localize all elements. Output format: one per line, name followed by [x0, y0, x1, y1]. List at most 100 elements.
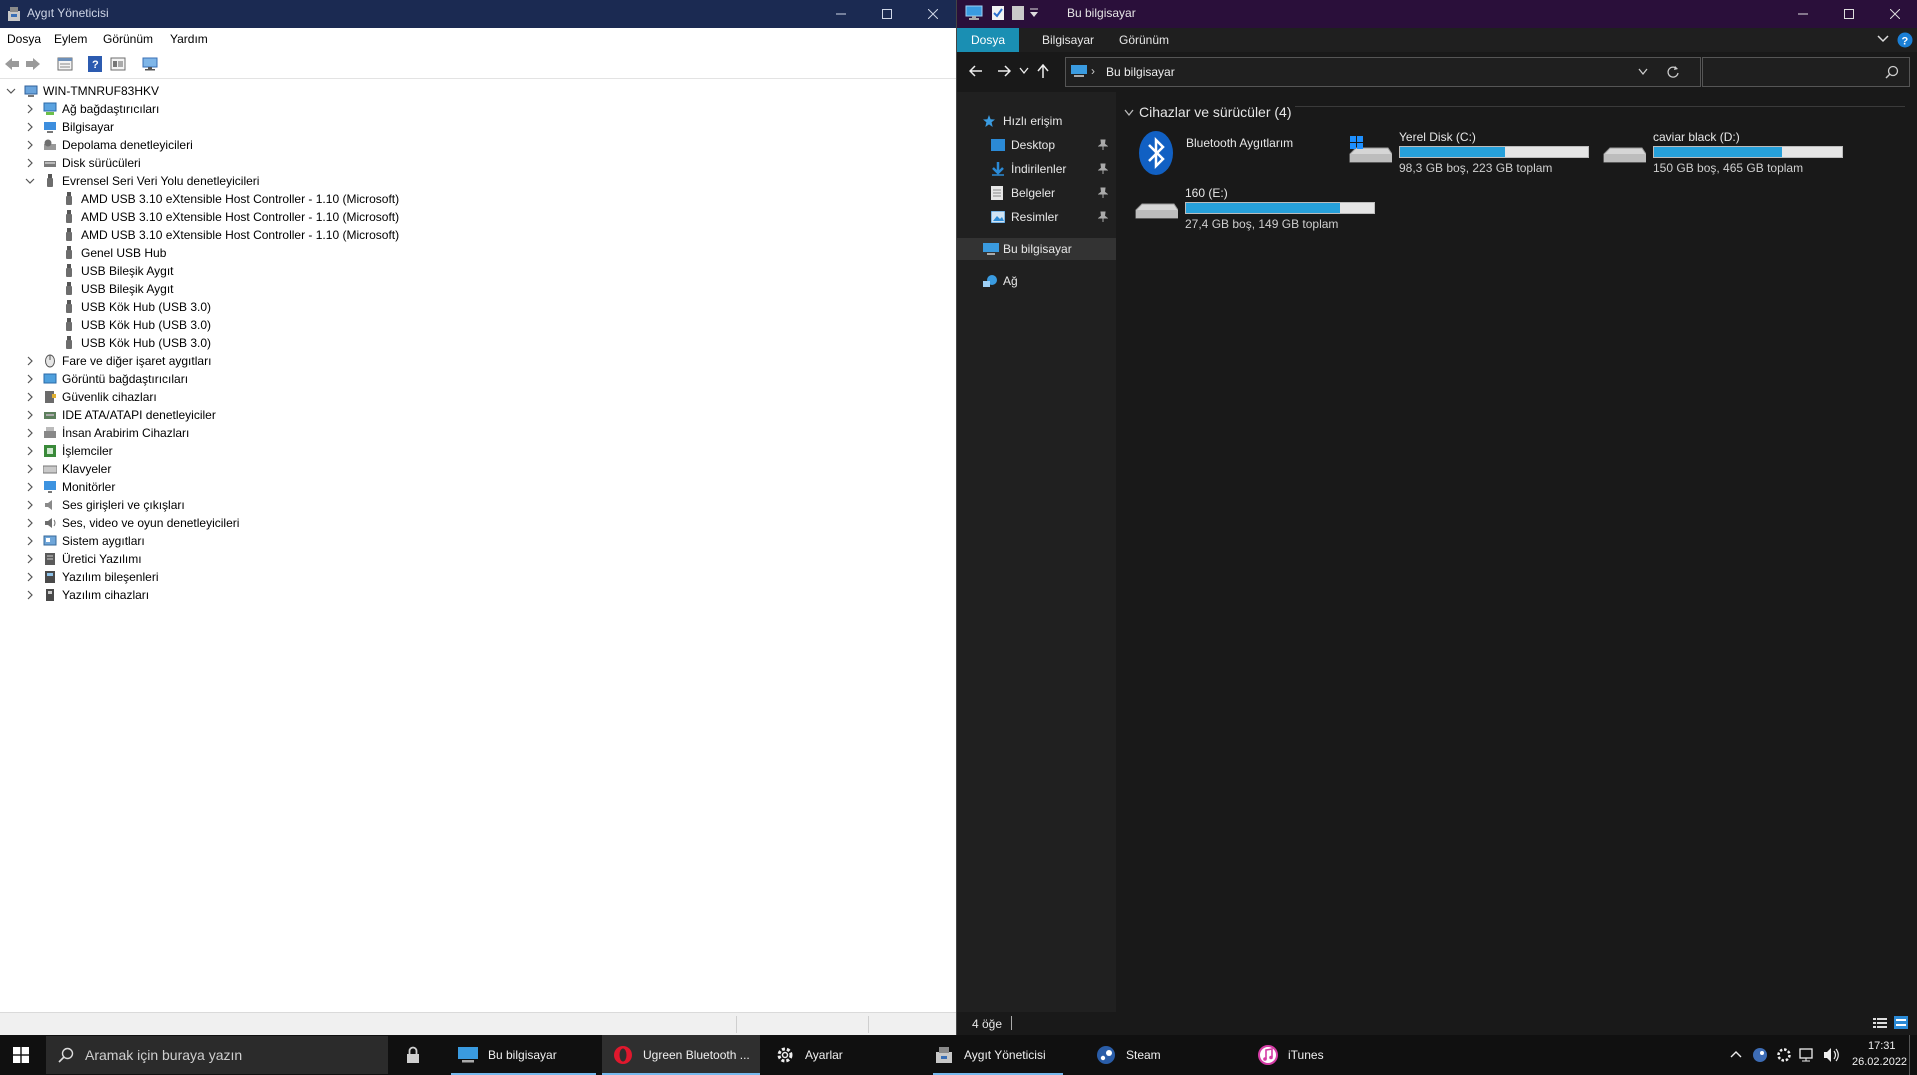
tree-item-label: IDE ATA/ATAPI denetleyiciler: [62, 408, 216, 422]
bluetooth-devices-item[interactable]: Bluetooth Aygıtlarım: [1138, 130, 1378, 180]
chevron-right-icon[interactable]: [25, 460, 35, 478]
show-hidden-icons-button[interactable]: [1730, 1050, 1742, 1058]
taskbar-search-placeholder: Aramak için buraya yazın: [85, 1047, 243, 1063]
chevron-right-icon[interactable]: [25, 352, 35, 370]
chevron-right-icon[interactable]: [25, 154, 35, 172]
menu-dosya[interactable]: Dosya: [7, 32, 41, 46]
refresh-button[interactable]: [1666, 65, 1680, 79]
chevron-right-icon[interactable]: [25, 100, 35, 118]
sidebar-item-this-pc[interactable]: Bu bilgisayar: [957, 238, 1116, 260]
chevron-right-icon[interactable]: [25, 478, 35, 496]
view-toggle-button[interactable]: [107, 53, 129, 75]
taskbar-app-steam[interactable]: Steam: [1095, 1035, 1161, 1075]
menu-yardim[interactable]: Yardım: [170, 32, 208, 46]
tray-settings-icon[interactable]: [1776, 1047, 1792, 1063]
up-button[interactable]: [1036, 64, 1050, 79]
taskbar-app-this-pc[interactable]: Bu bilgisayar: [451, 1035, 596, 1075]
recent-locations-button[interactable]: [1019, 67, 1029, 75]
tab-bilgisayar[interactable]: Bilgisayar: [1028, 28, 1108, 52]
sidebar-item-downloads[interactable]: İndirilenler: [957, 158, 1116, 180]
ex-title-bar[interactable]: Bu bilgisayar: [957, 0, 1917, 28]
drive-detail: 98,3 GB boş, 223 GB toplam: [1399, 161, 1553, 175]
drive-e[interactable]: 160 (E:) 27,4 GB boş, 149 GB toplam: [1134, 184, 1384, 236]
sidebar-label: Resimler: [1011, 210, 1059, 224]
chevron-right-icon[interactable]: [25, 118, 35, 136]
taskbar-app-settings[interactable]: Ayarlar: [774, 1035, 843, 1075]
tree-item-label: Sistem aygıtları: [62, 534, 145, 548]
sidebar-item-pictures[interactable]: Resimler: [957, 206, 1116, 228]
breadcrumb-this-pc[interactable]: Bu bilgisayar: [1106, 65, 1175, 79]
forward-button[interactable]: [997, 64, 1011, 78]
usb-device-icon: [62, 264, 76, 278]
chevron-right-icon[interactable]: [25, 496, 35, 514]
back-button[interactable]: [969, 64, 983, 78]
new-folder-quick-icon[interactable]: [1011, 5, 1025, 21]
chevron-right-icon[interactable]: [25, 406, 35, 424]
sidebar-quick-access[interactable]: Hızlı erişim: [957, 110, 1116, 132]
dm-title-bar[interactable]: Aygıt Yöneticisi: [0, 0, 956, 28]
start-button[interactable]: [13, 1047, 29, 1063]
show-desktop-button[interactable]: [1909, 1035, 1910, 1075]
drive-c[interactable]: Yerel Disk (C:) 98,3 GB boş, 223 GB topl…: [1348, 128, 1598, 180]
chevron-right-icon[interactable]: [25, 424, 35, 442]
usb-device-icon: [62, 228, 76, 242]
network-status-icon[interactable]: [1799, 1047, 1817, 1063]
tab-gorunum[interactable]: Görünüm: [1105, 28, 1183, 52]
taskbar-app-opera[interactable]: Ugreen Bluetooth ...: [602, 1035, 760, 1075]
scan-hardware-button[interactable]: [139, 53, 161, 75]
chevron-right-icon[interactable]: [25, 388, 35, 406]
volume-icon[interactable]: [1823, 1047, 1841, 1063]
opera-icon: [612, 1044, 634, 1066]
chevron-right-icon[interactable]: [25, 568, 35, 586]
search-box[interactable]: [1702, 57, 1910, 87]
taskbar-app-device-manager[interactable]: Aygıt Yöneticisi: [933, 1035, 1063, 1075]
dm-close-button[interactable]: [910, 0, 956, 28]
sidebar-label: Desktop: [1011, 138, 1056, 152]
address-dropdown-button[interactable]: [1638, 68, 1648, 76]
help-icon[interactable]: ?: [1897, 32, 1913, 48]
group-header[interactable]: Cihazlar ve sürücüler (4): [1139, 104, 1292, 120]
tiles-view-button[interactable]: [1894, 1016, 1908, 1029]
dm-maximize-button[interactable]: [864, 0, 910, 28]
ex-minimize-button[interactable]: [1780, 0, 1826, 28]
chevron-down-icon[interactable]: [6, 82, 16, 100]
chevron-right-icon[interactable]: [25, 532, 35, 550]
drive-d[interactable]: caviar black (D:) 150 GB boş, 465 GB top…: [1602, 128, 1852, 180]
chevron-right-icon[interactable]: [25, 442, 35, 460]
ex-close-button[interactable]: [1872, 0, 1917, 28]
usb-device-icon: [62, 300, 76, 314]
taskbar-app-itunes[interactable]: iTunes: [1257, 1035, 1324, 1075]
forward-button[interactable]: [22, 53, 44, 75]
chevron-right-icon[interactable]: [25, 550, 35, 568]
sound-video-icon: [43, 516, 57, 530]
sidebar-item-network[interactable]: Ağ: [957, 270, 1116, 292]
properties-button[interactable]: [54, 53, 76, 75]
address-bar[interactable]: › Bu bilgisayar: [1065, 57, 1701, 87]
customize-quick-access-icon[interactable]: [1029, 7, 1039, 19]
clock-date[interactable]: 26.02.2022: [1852, 1056, 1907, 1068]
back-button[interactable]: [1, 53, 23, 75]
details-view-button[interactable]: [1873, 1017, 1887, 1029]
ribbon-expand-icon[interactable]: [1877, 34, 1889, 44]
chevron-right-icon[interactable]: [25, 586, 35, 604]
sidebar-item-documents[interactable]: Belgeler: [957, 182, 1116, 204]
tray-steam-icon[interactable]: [1752, 1047, 1768, 1063]
chevron-right-icon[interactable]: [25, 136, 35, 154]
clock-time[interactable]: 17:31: [1868, 1040, 1896, 1052]
help-button[interactable]: ?: [84, 53, 106, 75]
hard-drive-icon: [1134, 192, 1178, 226]
chevron-right-icon[interactable]: [25, 370, 35, 388]
menu-eylem[interactable]: Eylem: [54, 32, 87, 46]
security-lock-icon[interactable]: [404, 1046, 422, 1064]
taskbar-search-box[interactable]: Aramak için buraya yazın: [46, 1036, 388, 1074]
tab-dosya[interactable]: Dosya: [957, 28, 1020, 52]
quick-properties-icon[interactable]: [991, 5, 1005, 21]
dm-minimize-button[interactable]: [818, 0, 864, 28]
ex-maximize-button[interactable]: [1826, 0, 1872, 28]
menu-gorunum[interactable]: Görünüm: [103, 32, 153, 46]
chevron-down-icon[interactable]: [25, 172, 35, 190]
taskbar: Aramak için buraya yazın Bu bilgisayar U…: [0, 1035, 1917, 1075]
group-collapse-icon[interactable]: [1124, 109, 1134, 117]
chevron-right-icon[interactable]: [25, 514, 35, 532]
sidebar-item-desktop[interactable]: Desktop: [957, 134, 1116, 156]
